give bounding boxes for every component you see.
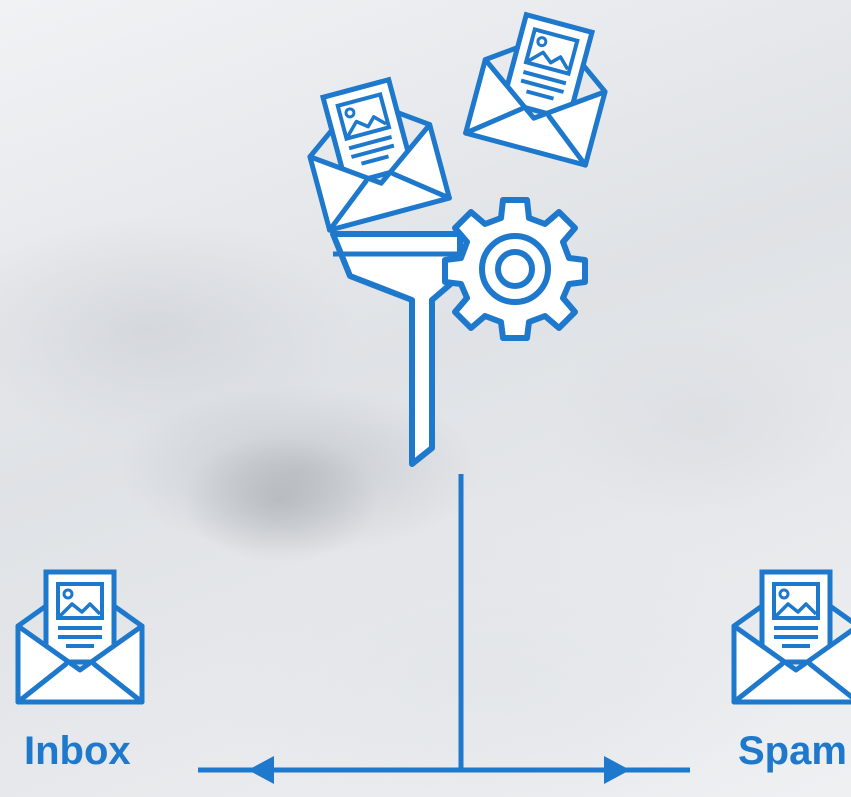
arrow-left-icon xyxy=(248,756,274,784)
spam-mail-icon xyxy=(734,572,851,702)
incoming-mail-icon-2 xyxy=(466,7,619,165)
funnel-filter-icon xyxy=(330,231,463,467)
incoming-mail-icon-1 xyxy=(296,72,449,230)
inbox-mail-icon xyxy=(18,572,142,702)
inbox-label: Inbox xyxy=(24,729,131,773)
spam-label: Spam xyxy=(738,729,847,773)
email-filter-diagram xyxy=(0,0,851,784)
gear-icon xyxy=(442,197,588,341)
arrow-right-icon xyxy=(604,756,630,784)
